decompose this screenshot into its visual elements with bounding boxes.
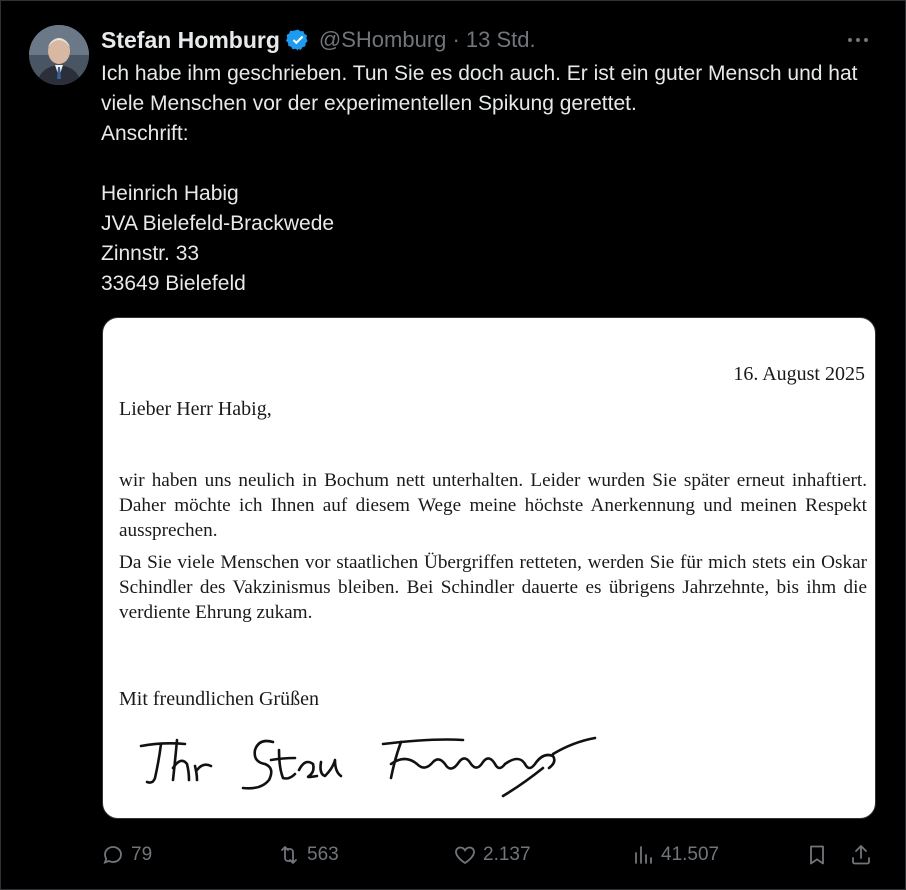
like-count: 2.137 [483, 844, 531, 865]
address-line: Zinnstr. 33 [101, 242, 200, 265]
bookmark-button[interactable] [805, 839, 835, 871]
letter-paragraph: wir haben uns neulich in Bochum nett unt… [119, 470, 867, 542]
views-button[interactable]: 41.507 [631, 839, 719, 871]
action-bar: 79 563 2.137 41.507 [101, 839, 877, 871]
views-chart-icon [635, 846, 652, 864]
reply-icon [103, 846, 122, 865]
letter-body: wir haben uns neulich in Bochum nett unt… [119, 468, 867, 631]
like-button[interactable]: 2.137 [453, 839, 531, 871]
reply-button[interactable]: 79 [101, 839, 152, 871]
views-count: 41.507 [661, 844, 720, 865]
repost-count: 563 [307, 844, 339, 865]
post-container: Stefan Homburg @SHomburg · 13 Std. Ich h… [0, 0, 906, 890]
verified-badge-icon [285, 28, 310, 52]
author-name[interactable]: Stefan Homburg [101, 27, 280, 54]
letter-paragraph: Da Sie viele Menschen vor staatlichen Üb… [119, 551, 867, 624]
post-text-paragraph: Ich habe ihm geschrieben. Tun Sie es doc… [101, 62, 858, 115]
post-text: Ich habe ihm geschrieben. Tun Sie es doc… [101, 59, 861, 299]
handwritten-signature [139, 736, 597, 798]
author-avatar[interactable] [29, 25, 89, 85]
address-line: JVA Bielefeld-Brackwede [101, 212, 335, 235]
address-line: Heinrich Habig [101, 182, 239, 205]
post-text-paragraph: Anschrift: [101, 122, 189, 145]
address-line: 33649 Bielefeld [101, 272, 246, 295]
heart-icon [455, 846, 475, 865]
share-button[interactable] [849, 839, 879, 871]
letter-closing: Mit freundlichen Grüßen [119, 688, 319, 710]
repost-icon [281, 846, 297, 864]
handle-and-timestamp[interactable]: @SHomburg · 13 Std. [319, 27, 536, 53]
post-header: Stefan Homburg @SHomburg · 13 Std. [101, 25, 536, 55]
more-options-icon[interactable] [845, 29, 871, 51]
share-icon [852, 845, 870, 865]
repost-button[interactable]: 563 [277, 839, 339, 871]
letter-salutation: Lieber Herr Habig, [119, 398, 272, 420]
reply-count: 79 [131, 844, 153, 865]
letter-image[interactable]: 16. August 2025 Lieber Herr Habig, wir h… [102, 317, 876, 819]
letter-date: 16. August 2025 [733, 363, 865, 385]
bookmark-icon [810, 845, 824, 865]
